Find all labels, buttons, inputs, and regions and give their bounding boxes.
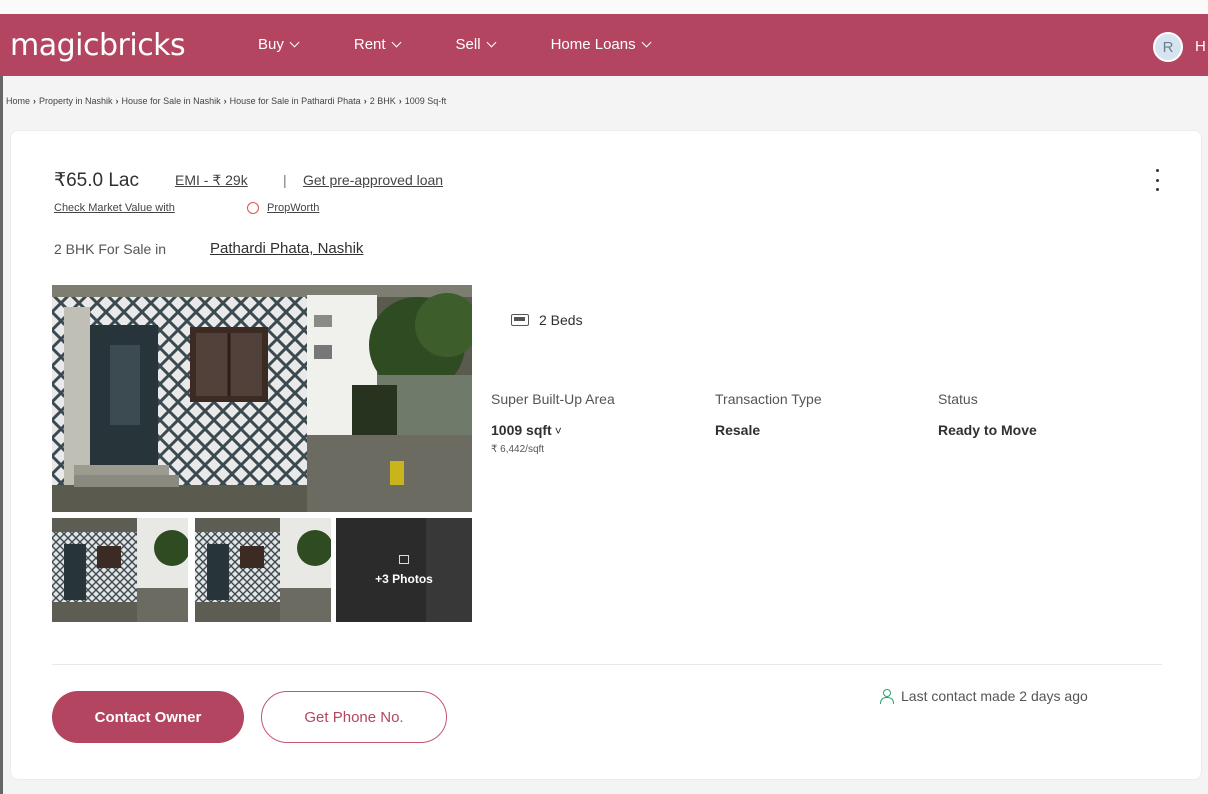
transaction-type-value: Resale bbox=[715, 422, 761, 438]
breadcrumb-area: 1009 Sq-ft bbox=[404, 96, 447, 106]
separator: | bbox=[283, 172, 287, 188]
get-phone-button[interactable]: Get Phone No. bbox=[261, 691, 447, 743]
chevron-down-icon bbox=[289, 37, 300, 48]
nav-buy[interactable]: Buy bbox=[258, 36, 300, 53]
status-value: Ready to Move bbox=[938, 422, 1037, 438]
card-divider bbox=[52, 664, 1162, 665]
magicbricks-logo[interactable]: magicbricks bbox=[10, 28, 186, 63]
preapproved-loan-link[interactable]: Get pre-approved loan bbox=[303, 172, 443, 188]
more-options-icon[interactable] bbox=[1151, 169, 1163, 191]
breadcrumb-house-pathardi[interactable]: House for Sale in Pathardi Phata bbox=[230, 96, 361, 106]
person-icon bbox=[880, 689, 894, 704]
top-navigation-bar: magicbricks Buy Rent Sell Home Loans R H bbox=[0, 14, 1208, 76]
super-area-label: Super Built-Up Area bbox=[491, 391, 615, 407]
emi-link[interactable]: EMI - ₹ 29k bbox=[175, 172, 248, 189]
breadcrumb-home[interactable]: Home bbox=[6, 96, 30, 106]
status-label: Status bbox=[938, 391, 978, 407]
breadcrumb-2bhk[interactable]: 2 BHK bbox=[370, 96, 396, 106]
location-link[interactable]: Pathardi Phata, Nashik bbox=[210, 240, 363, 257]
thumbnail-photo-2[interactable] bbox=[195, 518, 331, 622]
propworth-link[interactable]: PropWorth bbox=[267, 202, 319, 214]
main-nav: Buy Rent Sell Home Loans bbox=[258, 36, 706, 53]
transaction-type-label: Transaction Type bbox=[715, 391, 822, 407]
nav-home-loans[interactable]: Home Loans bbox=[551, 36, 652, 53]
left-edge-border bbox=[0, 76, 3, 794]
chevron-down-icon bbox=[486, 37, 497, 48]
user-avatar[interactable]: R bbox=[1153, 32, 1183, 62]
price-per-sqft: ₹ 6,442/sqft bbox=[491, 444, 545, 455]
beds-count: 2 Beds bbox=[539, 312, 583, 328]
breadcrumb-house-nashik[interactable]: House for Sale in Nashik bbox=[122, 96, 221, 106]
chevron-down-icon bbox=[641, 37, 652, 48]
top-strip bbox=[0, 0, 1208, 14]
main-property-photo[interactable] bbox=[52, 285, 472, 512]
bed-icon bbox=[511, 314, 529, 326]
propworth-icon bbox=[247, 202, 259, 214]
contact-owner-button[interactable]: Contact Owner bbox=[52, 691, 244, 743]
property-card: ₹65.0 Lac EMI - ₹ 29k | Get pre-approved… bbox=[10, 130, 1202, 780]
bhk-title: 2 BHK For Sale in bbox=[54, 241, 167, 257]
thumbnail-photo-1[interactable] bbox=[52, 518, 188, 622]
chevron-down-icon bbox=[391, 37, 401, 48]
breadcrumb-property-nashik[interactable]: Property in Nashik bbox=[39, 96, 113, 106]
super-area-value[interactable]: 1009 sqft ˅ bbox=[491, 422, 562, 438]
nav-rent[interactable]: Rent bbox=[354, 36, 401, 53]
breadcrumb: Home › Property in Nashik › House for Sale i… bbox=[6, 96, 447, 106]
market-value-link[interactable]: Check Market Value with bbox=[54, 202, 175, 214]
user-name-truncated[interactable]: H bbox=[1195, 38, 1206, 55]
more-photos-overlay[interactable]: +3 Photos bbox=[336, 518, 472, 622]
last-contact-info: Last contact made 2 days ago bbox=[880, 688, 1088, 704]
nav-sell[interactable]: Sell bbox=[456, 36, 497, 53]
gallery-icon bbox=[399, 554, 409, 564]
price: ₹65.0 Lac bbox=[54, 170, 139, 191]
